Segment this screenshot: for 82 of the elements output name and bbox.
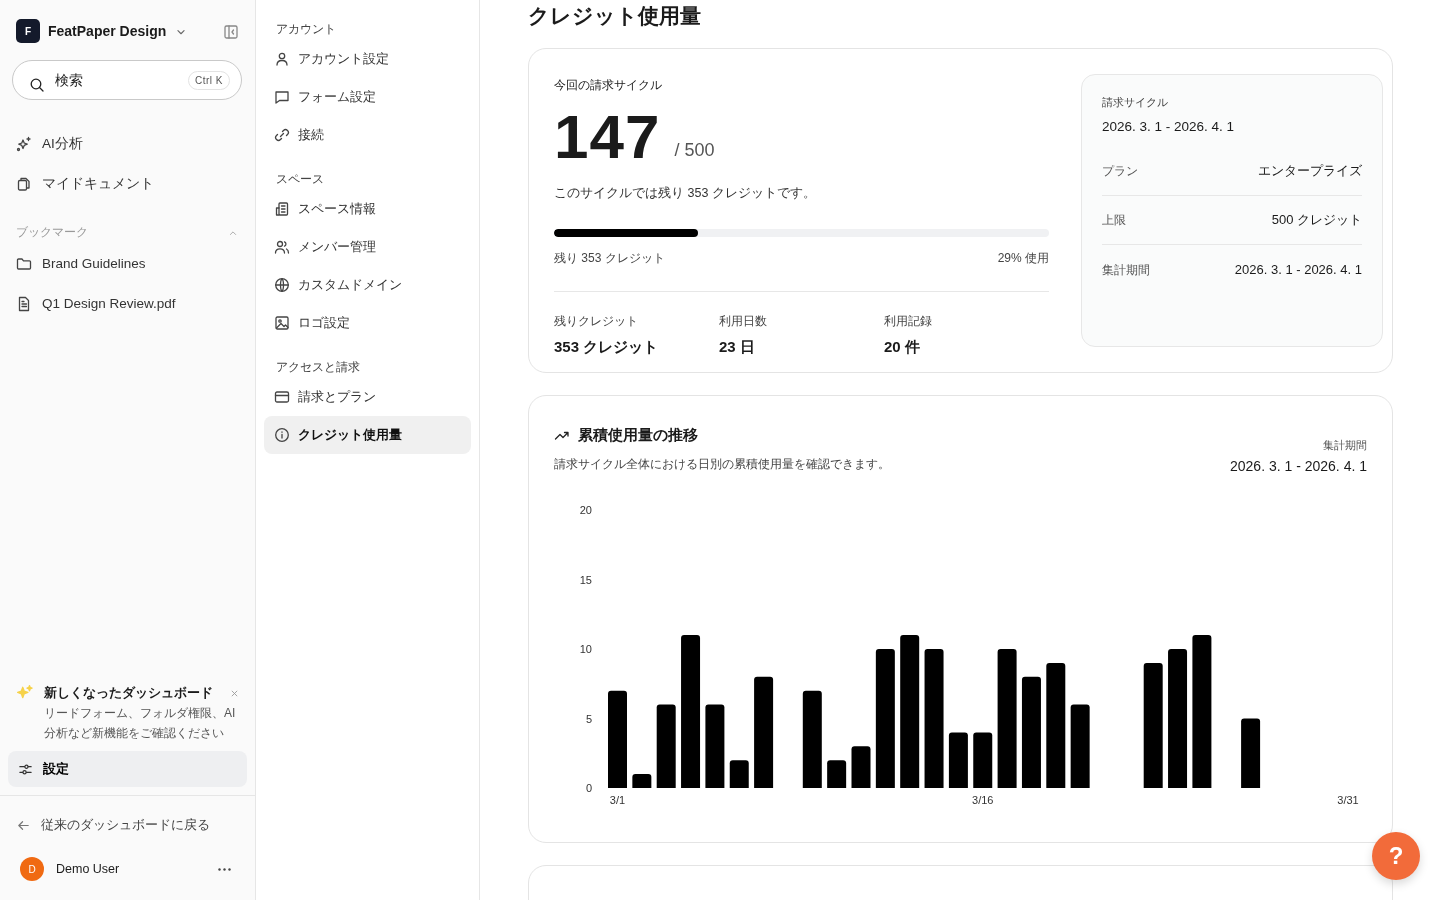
y-axis-label: 15 [579, 573, 592, 586]
nav-item[interactable]: AI分析 [0, 124, 255, 164]
more-icon[interactable] [218, 867, 231, 871]
settings-nav-item[interactable]: ロゴ設定 [264, 304, 471, 342]
settings-nav-item[interactable]: スペース情報 [264, 190, 471, 228]
detail-value: 2026. 3. 1 - 2026. 4. 1 [1102, 117, 1236, 136]
chart-bar [1241, 718, 1261, 788]
globe-icon [274, 277, 290, 293]
detail-label: 請求サイクル [1102, 95, 1169, 110]
settings-nav-item[interactable]: 請求とプラン [264, 378, 471, 416]
chart-bar [973, 732, 993, 788]
y-axis-label: 5 [585, 712, 592, 725]
sparkle-icon [16, 136, 32, 152]
settings-nav-item[interactable]: クレジット使用量 [264, 416, 471, 454]
settings-nav-item[interactable]: カスタムドメイン [264, 266, 471, 304]
page-title: クレジット使用量 [528, 3, 702, 29]
remaining-message: このサイクルでは残り 353 クレジットです。 [554, 185, 817, 202]
settings-nav-item[interactable]: フォーム設定 [264, 78, 471, 116]
period-label: 集計期間 [1322, 438, 1367, 453]
section-heading: ブックマーク [16, 225, 88, 241]
workspace-logo[interactable]: F [16, 19, 40, 43]
stat-value: 20 件 [884, 336, 921, 357]
file-icon [16, 296, 32, 312]
settings-button[interactable]: 設定 [8, 751, 247, 787]
group-heading: アクセスと請求 [275, 359, 361, 376]
percent-caption: 29% 使用 [997, 249, 1049, 267]
nav-item[interactable]: マイドキュメント [0, 164, 255, 204]
chart-bar [632, 773, 652, 788]
back-link[interactable]: 従来のダッシュボードに戻る [0, 796, 255, 854]
notice-title: 新しくなったダッシュボード [44, 685, 213, 703]
notice-text: リードフォーム、フォルダ権限、AI分析など新機能をご確認ください [44, 705, 237, 742]
chart-bar [827, 759, 847, 788]
detail-label: 集計期間 [1102, 261, 1150, 279]
y-axis-label: 20 [579, 503, 592, 516]
y-axis-label: 0 [585, 781, 592, 794]
detail-value: 2026. 3. 1 - 2026. 4. 1 [1234, 260, 1362, 279]
chart-bar [948, 732, 968, 788]
sliders-icon [18, 761, 33, 777]
chart-bar [851, 746, 871, 788]
info-icon [274, 427, 290, 443]
settings-nav-item[interactable]: アカウント設定 [264, 40, 471, 78]
stat-label: 利用日数 [719, 312, 768, 330]
group-heading: スペース [275, 171, 325, 188]
credit-total: / 500 [674, 139, 715, 162]
detail-value: 500 クレジット [1271, 211, 1362, 230]
settings-nav-item[interactable]: メンバー管理 [264, 228, 471, 266]
detail-label: 上限 [1102, 212, 1126, 229]
workspace-name[interactable]: FeatPaper Design [48, 20, 167, 42]
detail-label: プラン [1102, 163, 1138, 180]
settings-nav-item[interactable]: 接続 [264, 116, 471, 154]
people-icon [274, 239, 290, 255]
chart-title: 累積使用量の推移 [578, 425, 698, 445]
remaining-caption: 残り 353 クレジット [554, 249, 665, 267]
x-axis-label: 3/16 [972, 793, 994, 806]
y-axis-label: 10 [579, 642, 592, 655]
credit-card-icon [274, 389, 290, 405]
bookmark-item[interactable]: Brand Guidelines [0, 244, 255, 284]
chat-icon [274, 89, 290, 105]
x-axis-label: 3/31 [1337, 793, 1359, 806]
chart-subtitle: 請求サイクル全体における日別の累積使用量を確認できます。 [554, 455, 890, 473]
documents-icon [16, 176, 32, 192]
stat-value: 23 日 [719, 336, 756, 357]
person-icon [274, 51, 290, 67]
period-value: 2026. 3. 1 - 2026. 4. 1 [1230, 456, 1367, 476]
stat-label: 利用記録 [884, 312, 933, 330]
cycle-label: 今回の請求サイクル [554, 77, 663, 94]
image-icon [274, 315, 290, 331]
group-heading: アカウント [275, 21, 337, 38]
link-icon [274, 127, 290, 143]
search-icon [29, 76, 45, 93]
x-axis-label: 3/1 [609, 793, 626, 806]
user-name: Demo User [56, 860, 120, 878]
bookmark-item[interactable]: Q1 Design Review.pdf [0, 284, 255, 324]
sidebar-toggle-icon [223, 23, 239, 40]
building-icon [274, 201, 290, 217]
user-avatar: D [20, 857, 44, 881]
stat-label: 残りクレジット [554, 312, 639, 330]
chart-bar [729, 759, 749, 788]
detail-value: エンタープライズ [1258, 162, 1362, 181]
used-credits: 147 [554, 106, 661, 168]
stat-value: 353 クレジット [554, 336, 660, 357]
folder-icon [16, 256, 32, 272]
